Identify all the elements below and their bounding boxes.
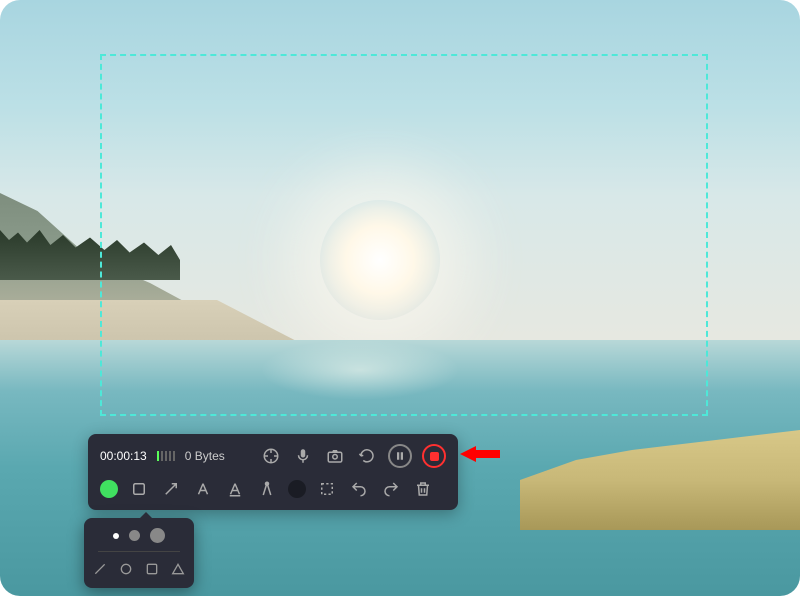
- rectangle-tool-button[interactable]: [128, 478, 150, 500]
- highlighter-tool-button[interactable]: [224, 478, 246, 500]
- marquee-tool-button[interactable]: [316, 478, 338, 500]
- microphone-button[interactable]: [292, 445, 314, 467]
- redo-button[interactable]: [380, 478, 402, 500]
- audio-level-meter: [157, 451, 175, 461]
- camera-button[interactable]: [324, 445, 346, 467]
- stroke-size-medium[interactable]: [129, 530, 140, 541]
- timer-display: 00:00:13: [100, 449, 147, 463]
- stroke-size-large[interactable]: [150, 528, 165, 543]
- stop-button[interactable]: [422, 444, 446, 468]
- pause-button[interactable]: [388, 444, 412, 468]
- shape-line-button[interactable]: [92, 560, 108, 578]
- undo-button[interactable]: [348, 478, 370, 500]
- text-tool-button[interactable]: [192, 478, 214, 500]
- compass-tool-button[interactable]: [256, 478, 278, 500]
- shape-circle-button[interactable]: [118, 560, 134, 578]
- arrow-tool-button[interactable]: [160, 478, 182, 500]
- delete-button[interactable]: [412, 478, 434, 500]
- stroke-size-small[interactable]: [113, 533, 119, 539]
- color-picker-button[interactable]: [100, 480, 118, 498]
- shape-triangle-button[interactable]: [170, 560, 186, 578]
- refresh-button[interactable]: [356, 445, 378, 467]
- stroke-options-popup: [84, 518, 194, 588]
- callout-arrow-icon: [460, 446, 500, 462]
- cursor-highlight-button[interactable]: [260, 445, 282, 467]
- capture-selection[interactable]: [100, 54, 708, 416]
- shape-square-button[interactable]: [144, 560, 160, 578]
- file-size-display: 0 Bytes: [185, 449, 225, 463]
- dark-color-button[interactable]: [288, 480, 306, 498]
- recorder-toolbar: 00:00:13 0 Bytes: [88, 434, 458, 510]
